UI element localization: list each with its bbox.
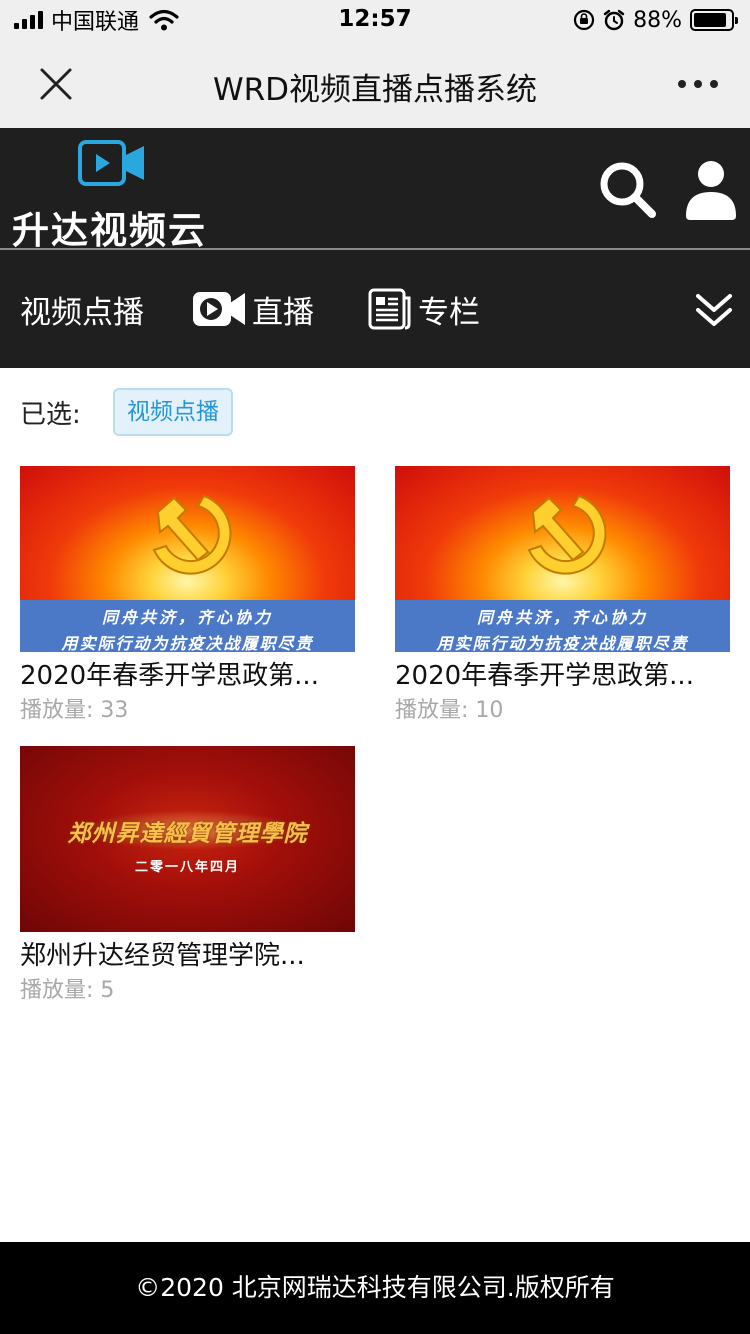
battery-percent: 88% [633, 7, 682, 33]
alarm-icon [603, 9, 625, 31]
thumbnail-text-1: 同舟共济，齐心协力 [101, 608, 273, 627]
user-icon[interactable] [684, 158, 738, 222]
nav-bar: WRD视频直播点播系统 [0, 40, 750, 128]
logo-text: 升达视频云 [12, 209, 207, 252]
site-logo[interactable]: 升达视频云 [12, 138, 212, 252]
live-camera-icon [193, 292, 245, 326]
category-column[interactable]: 专栏 [368, 286, 480, 332]
video-view-count: 播放量: 5 [20, 978, 115, 1003]
video-thumbnail[interactable]: 同舟共济，齐心协力 用实际行动为抗疫决战履职尽责 [395, 466, 730, 652]
video-thumbnail[interactable]: 郑州昇達經貿管理學院 二零一八年四月 [20, 746, 355, 932]
category-nav: 视频点播 直播 专栏 [0, 250, 750, 368]
emblem-icon [527, 494, 607, 575]
orientation-lock-icon [573, 9, 595, 31]
search-icon[interactable] [596, 158, 660, 222]
video-thumbnail[interactable]: 同舟共济，齐心协力 用实际行动为抗疫决战履职尽责 [20, 466, 355, 652]
video-camera-icon [78, 140, 144, 186]
battery-icon [690, 9, 738, 31]
thumbnail-text-1: 同舟共济，齐心协力 [476, 608, 648, 627]
thumbnail-banner: 同舟共济，齐心协力 用实际行动为抗疫决战履职尽责 [395, 600, 730, 652]
page-title: WRD视频直播点播系统 [212, 72, 538, 108]
article-icon [368, 288, 411, 330]
category-column-label: 专栏 [418, 294, 480, 331]
category-vod[interactable]: 视频点播 [20, 286, 144, 332]
filter-label: 已选: [20, 400, 81, 430]
site-header: 升达视频云 [0, 128, 750, 252]
status-bar: 中国联通 12:57 88% [0, 0, 750, 40]
battery-level [694, 13, 726, 27]
video-title[interactable]: 2020年春季开学思政第... [395, 658, 730, 694]
video-view-count: 播放量: 10 [395, 698, 504, 723]
video-card[interactable]: 郑州昇達經貿管理學院 二零一八年四月 郑州升达经贸管理学院... 播放量: 5 [20, 746, 355, 1008]
video-view-count: 播放量: 33 [20, 698, 129, 723]
category-live[interactable]: 直播 [192, 286, 314, 332]
emblem-icon [152, 494, 232, 575]
more-icon[interactable] [676, 70, 720, 98]
footer-copyright: ©2020 北京网瑞达科技有限公司.版权所有 [0, 1242, 750, 1334]
thumbnail-text-2: 用实际行动为抗疫决战履职尽责 [436, 634, 689, 652]
status-right: 88% [573, 6, 738, 34]
category-vod-label: 视频点播 [20, 294, 144, 331]
video-title[interactable]: 2020年春季开学思政第... [20, 658, 355, 694]
thumbnail-text-1: 郑州昇達經貿管理學院 [67, 820, 308, 847]
filter-tag[interactable]: 视频点播 [113, 388, 233, 436]
thumbnail-text-2: 用实际行动为抗疫决战履职尽责 [61, 634, 314, 652]
video-card[interactable]: 同舟共济，齐心协力 用实际行动为抗疫决战履职尽责 2020年春季开学思政第...… [395, 466, 730, 728]
thumbnail-text-2: 二零一八年四月 [134, 860, 240, 875]
video-title[interactable]: 郑州升达经贸管理学院... [20, 938, 355, 974]
category-live-label: 直播 [252, 294, 314, 331]
double-chevron-down-icon[interactable] [694, 290, 734, 330]
thumbnail-banner: 同舟共济，齐心协力 用实际行动为抗疫决战履职尽责 [20, 600, 355, 652]
video-card[interactable]: 同舟共济，齐心协力 用实际行动为抗疫决战履职尽责 2020年春季开学思政第...… [20, 466, 355, 728]
